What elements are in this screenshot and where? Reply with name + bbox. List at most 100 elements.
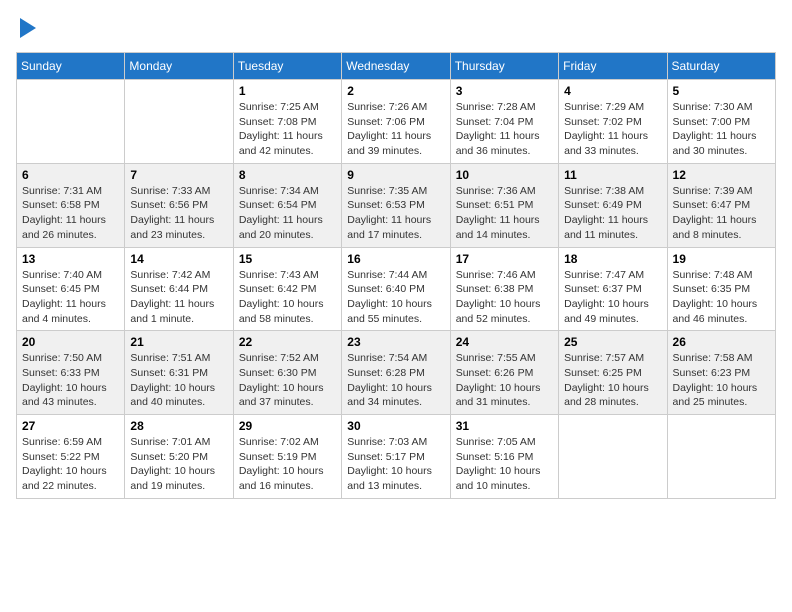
calendar-cell: 6Sunrise: 7:31 AM Sunset: 6:58 PM Daylig… <box>17 163 125 247</box>
page-header <box>16 16 776 40</box>
day-number: 15 <box>239 252 336 266</box>
day-number: 31 <box>456 419 553 433</box>
calendar-cell: 18 Sunrise: 7:47 AM Sunset: 6:37 PM Dayli… <box>559 247 667 331</box>
calendar-header-row: SundayMondayTuesdayWednesdayThursdayFrid… <box>17 53 776 80</box>
calendar-cell: 12 Sunrise: 7:39 AM Sunset: 6:47 PM Dayli… <box>667 163 775 247</box>
calendar-cell: 25 Sunrise: 7:57 AM Sunset: 6:25 PM Dayli… <box>559 331 667 415</box>
day-content: Sunrise: 7:35 AM Sunset: 6:53 PM Dayligh… <box>347 184 444 243</box>
day-number: 10 <box>456 168 553 182</box>
day-header-saturday: Saturday <box>667 53 775 80</box>
calendar-cell: 24Sunrise: 7:55 AM Sunset: 6:26 PM Dayli… <box>450 331 558 415</box>
day-content: Sunrise: 7:48 AM Sunset: 6:35 PM Dayligh… <box>673 268 770 327</box>
day-content: Sunrise: 7:44 AM Sunset: 6:40 PM Dayligh… <box>347 268 444 327</box>
day-number: 20 <box>22 335 119 349</box>
day-number: 19 <box>673 252 770 266</box>
day-content: Sunrise: 7:34 AM Sunset: 6:54 PM Dayligh… <box>239 184 336 243</box>
calendar-cell: 29 Sunrise: 7:02 AM Sunset: 5:19 PM Dayli… <box>233 415 341 499</box>
calendar-cell: 19 Sunrise: 7:48 AM Sunset: 6:35 PM Dayli… <box>667 247 775 331</box>
day-content: Sunrise: 7:30 AM Sunset: 7:00 PM Dayligh… <box>673 100 770 159</box>
day-content: Sunrise: 7:43 AM Sunset: 6:42 PM Dayligh… <box>239 268 336 327</box>
day-number: 1 <box>239 84 336 98</box>
day-number: 22 <box>239 335 336 349</box>
day-header-thursday: Thursday <box>450 53 558 80</box>
day-number: 29 <box>239 419 336 433</box>
day-number: 16 <box>347 252 444 266</box>
day-content: Sunrise: 7:39 AM Sunset: 6:47 PM Dayligh… <box>673 184 770 243</box>
calendar-week-row: 6Sunrise: 7:31 AM Sunset: 6:58 PM Daylig… <box>17 163 776 247</box>
day-content: Sunrise: 7:47 AM Sunset: 6:37 PM Dayligh… <box>564 268 661 327</box>
day-content: Sunrise: 7:25 AM Sunset: 7:08 PM Dayligh… <box>239 100 336 159</box>
calendar-cell: 30 Sunrise: 7:03 AM Sunset: 5:17 PM Dayli… <box>342 415 450 499</box>
day-number: 30 <box>347 419 444 433</box>
day-number: 24 <box>456 335 553 349</box>
day-content: Sunrise: 7:58 AM Sunset: 6:23 PM Dayligh… <box>673 351 770 410</box>
day-number: 27 <box>22 419 119 433</box>
day-number: 4 <box>564 84 661 98</box>
day-content: Sunrise: 7:52 AM Sunset: 6:30 PM Dayligh… <box>239 351 336 410</box>
calendar-cell: 9Sunrise: 7:35 AM Sunset: 6:53 PM Daylig… <box>342 163 450 247</box>
day-number: 25 <box>564 335 661 349</box>
calendar-week-row: 27 Sunrise: 6:59 AM Sunset: 5:22 PM Dayli… <box>17 415 776 499</box>
calendar-cell: 11 Sunrise: 7:38 AM Sunset: 6:49 PM Dayli… <box>559 163 667 247</box>
calendar-cell: 27 Sunrise: 6:59 AM Sunset: 5:22 PM Dayli… <box>17 415 125 499</box>
day-number: 11 <box>564 168 661 182</box>
day-content: Sunrise: 7:50 AM Sunset: 6:33 PM Dayligh… <box>22 351 119 410</box>
day-number: 8 <box>239 168 336 182</box>
calendar-cell: 31Sunrise: 7:05 AM Sunset: 5:16 PM Dayli… <box>450 415 558 499</box>
calendar-cell: 21 Sunrise: 7:51 AM Sunset: 6:31 PM Dayli… <box>125 331 233 415</box>
day-header-sunday: Sunday <box>17 53 125 80</box>
day-content: Sunrise: 7:31 AM Sunset: 6:58 PM Dayligh… <box>22 184 119 243</box>
calendar-cell: 15 Sunrise: 7:43 AM Sunset: 6:42 PM Dayli… <box>233 247 341 331</box>
day-header-tuesday: Tuesday <box>233 53 341 80</box>
day-number: 12 <box>673 168 770 182</box>
calendar-cell: 13Sunrise: 7:40 AM Sunset: 6:45 PM Dayli… <box>17 247 125 331</box>
calendar-table: SundayMondayTuesdayWednesdayThursdayFrid… <box>16 52 776 499</box>
day-content: Sunrise: 7:03 AM Sunset: 5:17 PM Dayligh… <box>347 435 444 494</box>
calendar-cell: 23Sunrise: 7:54 AM Sunset: 6:28 PM Dayli… <box>342 331 450 415</box>
day-number: 18 <box>564 252 661 266</box>
calendar-cell: 16 Sunrise: 7:44 AM Sunset: 6:40 PM Dayli… <box>342 247 450 331</box>
day-number: 13 <box>22 252 119 266</box>
day-number: 3 <box>456 84 553 98</box>
day-number: 14 <box>130 252 227 266</box>
day-content: Sunrise: 6:59 AM Sunset: 5:22 PM Dayligh… <box>22 435 119 494</box>
calendar-cell: 4 Sunrise: 7:29 AM Sunset: 7:02 PM Daylig… <box>559 80 667 164</box>
day-content: Sunrise: 7:38 AM Sunset: 6:49 PM Dayligh… <box>564 184 661 243</box>
day-number: 21 <box>130 335 227 349</box>
day-content: Sunrise: 7:26 AM Sunset: 7:06 PM Dayligh… <box>347 100 444 159</box>
day-content: Sunrise: 7:01 AM Sunset: 5:20 PM Dayligh… <box>130 435 227 494</box>
logo-arrow-icon <box>18 16 38 40</box>
calendar-cell: 2Sunrise: 7:26 AM Sunset: 7:06 PM Daylig… <box>342 80 450 164</box>
calendar-cell: 10Sunrise: 7:36 AM Sunset: 6:51 PM Dayli… <box>450 163 558 247</box>
calendar-cell: 26 Sunrise: 7:58 AM Sunset: 6:23 PM Dayli… <box>667 331 775 415</box>
day-header-monday: Monday <box>125 53 233 80</box>
calendar-cell <box>667 415 775 499</box>
calendar-cell <box>125 80 233 164</box>
day-number: 23 <box>347 335 444 349</box>
calendar-week-row: 20 Sunrise: 7:50 AM Sunset: 6:33 PM Dayli… <box>17 331 776 415</box>
day-number: 17 <box>456 252 553 266</box>
day-content: Sunrise: 7:57 AM Sunset: 6:25 PM Dayligh… <box>564 351 661 410</box>
calendar-cell <box>559 415 667 499</box>
calendar-cell: 22 Sunrise: 7:52 AM Sunset: 6:30 PM Dayli… <box>233 331 341 415</box>
calendar-cell: 28 Sunrise: 7:01 AM Sunset: 5:20 PM Dayli… <box>125 415 233 499</box>
day-content: Sunrise: 7:02 AM Sunset: 5:19 PM Dayligh… <box>239 435 336 494</box>
day-content: Sunrise: 7:51 AM Sunset: 6:31 PM Dayligh… <box>130 351 227 410</box>
calendar-week-row: 1 Sunrise: 7:25 AM Sunset: 7:08 PM Daylig… <box>17 80 776 164</box>
day-content: Sunrise: 7:42 AM Sunset: 6:44 PM Dayligh… <box>130 268 227 327</box>
calendar-cell: 14 Sunrise: 7:42 AM Sunset: 6:44 PM Dayli… <box>125 247 233 331</box>
day-content: Sunrise: 7:33 AM Sunset: 6:56 PM Dayligh… <box>130 184 227 243</box>
calendar-cell <box>17 80 125 164</box>
day-header-wednesday: Wednesday <box>342 53 450 80</box>
calendar-cell: 5 Sunrise: 7:30 AM Sunset: 7:00 PM Daylig… <box>667 80 775 164</box>
day-number: 5 <box>673 84 770 98</box>
day-number: 26 <box>673 335 770 349</box>
calendar-body: 1 Sunrise: 7:25 AM Sunset: 7:08 PM Daylig… <box>17 80 776 499</box>
day-number: 28 <box>130 419 227 433</box>
logo <box>16 16 38 40</box>
day-content: Sunrise: 7:46 AM Sunset: 6:38 PM Dayligh… <box>456 268 553 327</box>
calendar-cell: 1 Sunrise: 7:25 AM Sunset: 7:08 PM Daylig… <box>233 80 341 164</box>
day-content: Sunrise: 7:29 AM Sunset: 7:02 PM Dayligh… <box>564 100 661 159</box>
calendar-cell: 3Sunrise: 7:28 AM Sunset: 7:04 PM Daylig… <box>450 80 558 164</box>
calendar-cell: 7Sunrise: 7:33 AM Sunset: 6:56 PM Daylig… <box>125 163 233 247</box>
